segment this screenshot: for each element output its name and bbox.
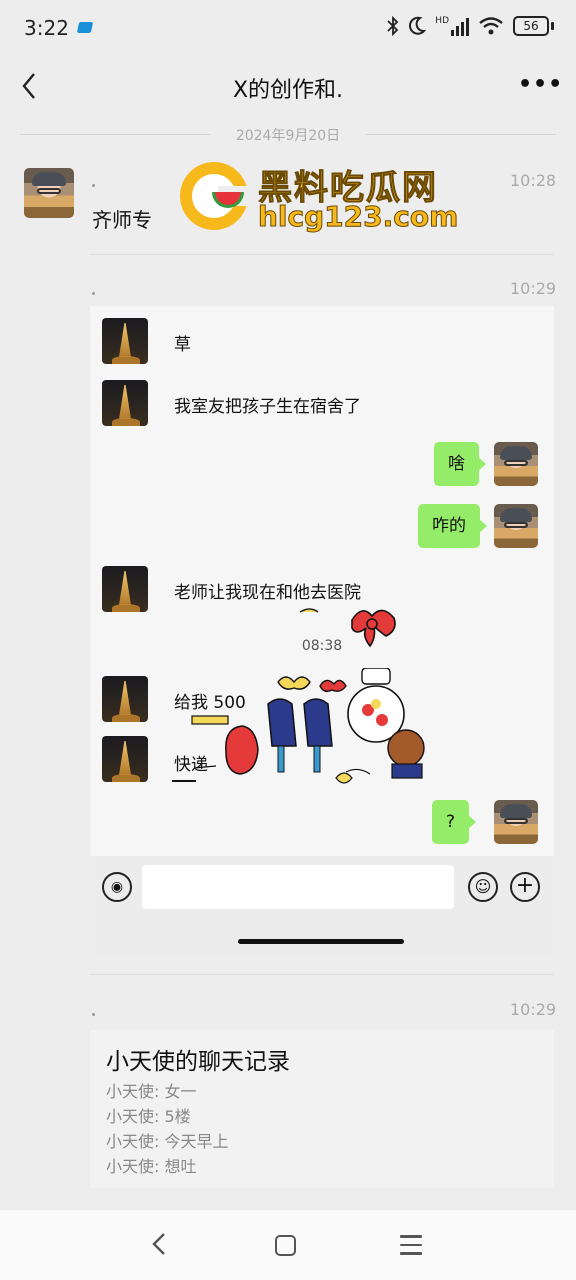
chat-bubble-sent: 咋的	[418, 504, 487, 548]
smiley-icon: ☺	[474, 877, 492, 896]
chat-bubble-sent: 啥	[434, 442, 486, 486]
status-time: 3:22	[24, 16, 69, 40]
voice-icon: ◉	[110, 879, 124, 895]
avatar	[102, 318, 148, 364]
post-divider	[90, 974, 554, 975]
battery-tip	[551, 22, 554, 30]
post-dot	[92, 292, 95, 295]
embedded-chat: 草 我室友把孩子生在宿舍了 啥 咋的 老师让我现在和他去医院 08:38 给我 …	[90, 306, 554, 856]
chat-bubble-sent: ?	[432, 800, 477, 844]
watermark: 黑料吃瓜网 hlcg123.com	[180, 160, 460, 236]
chat-message: 老师让我现在和他去医院	[174, 583, 361, 603]
nav-home-icon[interactable]	[275, 1235, 296, 1256]
hd-label: HD	[435, 15, 449, 26]
card-line: 小天使: 5楼	[106, 1107, 191, 1126]
more-options-button[interactable]: +	[510, 872, 540, 902]
avatar	[102, 380, 148, 426]
avatar	[102, 736, 148, 782]
home-indicator	[238, 939, 404, 944]
card-line: 小天使: 女一	[106, 1082, 197, 1101]
nav-back-button[interactable]	[144, 1228, 176, 1260]
post-text: 齐师专	[92, 208, 152, 232]
avatar	[102, 676, 148, 722]
avatar[interactable]	[24, 168, 74, 218]
post-dot	[92, 1013, 95, 1016]
header: X的创作和. •••	[0, 56, 576, 116]
chat-time-label: 08:38	[301, 638, 343, 654]
date-divider: 2024年9月20日	[20, 124, 556, 144]
nav-menu-icon[interactable]	[400, 1235, 422, 1255]
watermark-url: hlcg123.com	[257, 200, 459, 234]
emoji-button[interactable]: ☺	[468, 872, 498, 902]
message-input[interactable]	[142, 865, 454, 909]
moon-icon	[409, 16, 427, 35]
cartoon-sticker-icon	[191, 668, 425, 784]
status-bar: 3:22 HD 56	[0, 0, 576, 56]
hd-signal-icon: HD	[435, 15, 469, 36]
page-title: X的创作和.	[232, 78, 344, 103]
chat-message: 我室友把孩子生在宿舍了	[174, 397, 361, 417]
card-line: 小天使: 想吐	[106, 1157, 197, 1176]
avatar	[102, 566, 148, 612]
more-button[interactable]: •••	[518, 70, 562, 100]
card-title: 小天使的聊天记录	[106, 1049, 290, 1075]
chat-input-bar: ◉ ☺ +	[90, 856, 554, 956]
bluetooth-icon	[387, 16, 399, 36]
chat-message: 草	[174, 335, 191, 355]
chat-record-card[interactable]: 小天使的聊天记录 小天使: 女一 小天使: 5楼 小天使: 今天早上 小天使: …	[90, 1030, 554, 1188]
plus-icon: +	[515, 873, 535, 898]
post-time: 10:29	[510, 1000, 557, 1019]
card-line: 小天使: 今天早上	[106, 1132, 229, 1151]
battery-indicator: 56	[513, 16, 549, 36]
status-icons: HD 56	[387, 16, 554, 36]
more-dots-icon: •••	[518, 72, 564, 97]
date-label: 2024年9月20日	[235, 128, 341, 144]
nav-back-icon	[152, 1233, 165, 1255]
embedded-screenshot[interactable]: 草 我室友把孩子生在宿舍了 啥 咋的 老师让我现在和他去医院 08:38 给我 …	[90, 306, 554, 956]
avatar	[494, 504, 538, 548]
post-time: 10:29	[510, 279, 557, 298]
wifi-icon	[479, 17, 503, 35]
post-time: 10:28	[510, 171, 557, 190]
post-dot	[92, 184, 95, 187]
voice-button[interactable]: ◉	[102, 872, 132, 902]
post-divider	[90, 254, 554, 255]
app-notification-icon	[76, 22, 94, 33]
watermark-logo-icon	[180, 162, 252, 230]
avatar	[494, 800, 538, 844]
system-nav-bar	[0, 1210, 576, 1280]
avatar	[494, 442, 538, 486]
